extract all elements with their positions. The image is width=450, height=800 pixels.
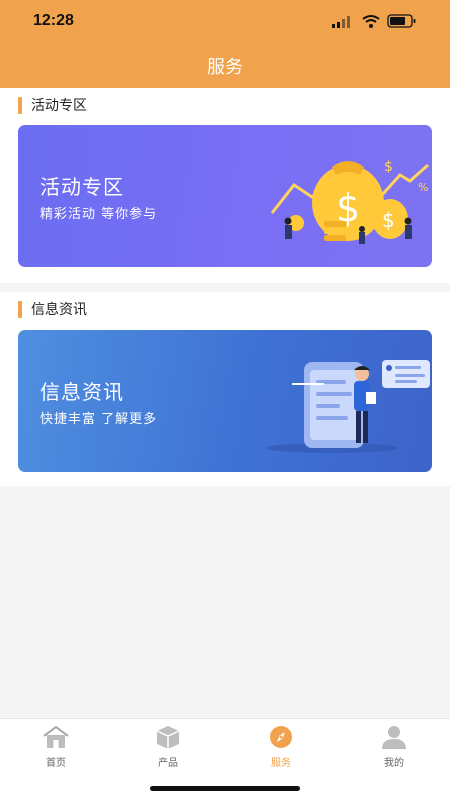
- phone-news-illustration: [266, 360, 430, 453]
- activity-card[interactable]: 活动专区 精彩活动 等你参与 $ $ $ %: [18, 125, 432, 267]
- card-subtitle: 快捷丰富 了解更多: [40, 412, 158, 427]
- signal-icon: [332, 16, 350, 28]
- svg-text:$: $: [382, 208, 395, 232]
- section-accent-bar: [18, 300, 22, 318]
- section-title: 活动专区: [31, 98, 87, 114]
- top-header: 12:28 服务: [0, 0, 450, 88]
- status-icons: [332, 14, 416, 28]
- page-title: 服务: [207, 57, 243, 78]
- card-title: 活动专区: [40, 175, 124, 199]
- section-accent-bar: [18, 96, 22, 114]
- section-title: 信息资讯: [31, 302, 87, 318]
- tab-label: 首页: [46, 758, 66, 769]
- box-icon: [156, 726, 180, 749]
- activity-section: 活动专区 活动专区 精彩活动 等你参与 $ $ $ %: [0, 88, 450, 283]
- wifi-icon: [362, 15, 380, 28]
- section-header: 活动专区: [18, 96, 87, 114]
- battery-icon: [387, 14, 416, 28]
- tab-home[interactable]: 首页: [0, 725, 112, 777]
- status-bar: 12:28: [0, 0, 450, 44]
- user-icon: [382, 726, 406, 749]
- tab-label: 产品: [158, 758, 178, 769]
- tab-services[interactable]: 服务: [225, 725, 337, 777]
- tab-label: 我的: [384, 758, 404, 769]
- section-header: 信息资讯: [18, 300, 87, 318]
- home-indicator: [150, 786, 300, 791]
- tab-mine[interactable]: 我的: [338, 725, 450, 777]
- money-bag-illustration: $ $ $ %: [270, 159, 429, 244]
- tab-products[interactable]: 产品: [112, 725, 224, 777]
- home-icon: [43, 725, 69, 748]
- card-subtitle: 精彩活动 等你参与: [40, 207, 158, 222]
- news-section: 信息资讯 信息资讯 快捷丰富 了解更多: [0, 292, 450, 486]
- news-card[interactable]: 信息资讯 快捷丰富 了解更多: [18, 330, 432, 472]
- compass-icon: [270, 726, 292, 748]
- card-title: 信息资讯: [40, 380, 124, 404]
- svg-text:%: %: [418, 181, 428, 194]
- svg-text:$: $: [384, 159, 393, 175]
- tab-label: 服务: [271, 758, 291, 769]
- status-time: 12:28: [33, 12, 74, 29]
